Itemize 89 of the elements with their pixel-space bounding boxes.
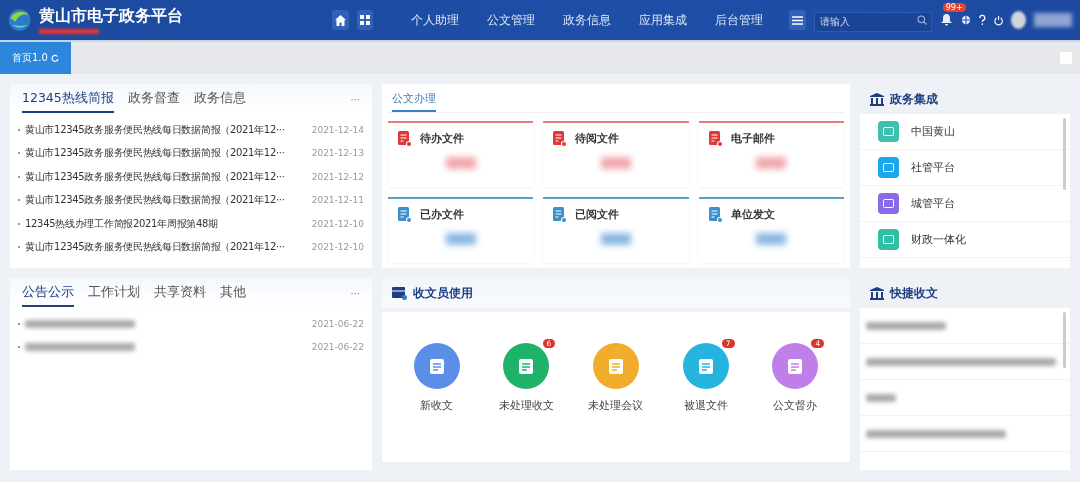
grid-button[interactable]: [356, 10, 374, 30]
date-text: 2021-12-10: [311, 242, 364, 253]
inbox-icon: [392, 286, 407, 300]
section-tab[interactable]: 12345热线简报: [22, 85, 114, 113]
nav-item[interactable]: 政务信息: [553, 12, 622, 28]
document-icon: [708, 207, 723, 223]
document-card[interactable]: 待阅文件: [543, 121, 689, 187]
card-label: 已阅文件: [575, 208, 620, 222]
blurred-text: [756, 233, 787, 245]
section-tab[interactable]: 公告公示: [22, 279, 74, 307]
section-tab[interactable]: 政务督查: [127, 85, 180, 113]
blurred-text: [756, 157, 787, 169]
document-icon: [553, 207, 568, 223]
document-icon: [606, 356, 626, 376]
blurred-text: [601, 157, 631, 169]
app-item[interactable]: 财政一体化: [860, 222, 1070, 258]
nav-item[interactable]: 后台管理: [705, 12, 774, 28]
logo-icon: [8, 6, 32, 34]
news-link[interactable]: 黄山市12345政务服务便民热线每日数据简报（2021年12···: [25, 193, 308, 208]
card-label: 待阅文件: [575, 132, 620, 146]
bank-icon: [870, 92, 884, 106]
card-label: 单位发文: [730, 208, 775, 222]
globe-icon[interactable]: [961, 14, 971, 26]
section-tab[interactable]: 工作计划: [88, 279, 140, 307]
date-text: 2021-06-22: [311, 342, 364, 353]
document-icon: [398, 131, 412, 147]
refresh-icon: [50, 54, 59, 62]
blurred-text: [445, 157, 476, 169]
panel-title: 快捷收文: [890, 284, 938, 302]
screen-icon: [883, 127, 894, 136]
document-card[interactable]: 已办文件: [388, 197, 534, 263]
screen-icon: [883, 199, 894, 208]
document-card[interactable]: 待办文件: [388, 121, 534, 187]
date-text: 2021-12-10: [311, 218, 364, 229]
more-button[interactable]: ···: [350, 287, 360, 299]
app-title: 黄山市电子政务平台: [39, 6, 184, 27]
bell-icon[interactable]: [940, 14, 952, 26]
section-tab[interactable]: 公文办理: [392, 88, 436, 112]
nav-item[interactable]: 公文管理: [477, 12, 546, 28]
news-link[interactable]: 黄山市12345政务服务便民热线每日数据简报（2021年12···: [25, 122, 308, 137]
grid-icon: [360, 15, 371, 25]
card-label: 已办文件: [420, 208, 464, 222]
news-link[interactable]: 黄山市12345政务服务便民热线每日数据简报（2021年12···: [25, 240, 308, 255]
section-tab[interactable]: 政务信息: [193, 85, 246, 113]
home-button[interactable]: [332, 10, 349, 30]
document-icon: [553, 131, 568, 147]
more-button[interactable]: ···: [350, 93, 360, 105]
blurred-text: [866, 393, 896, 402]
blurred-text: [1033, 13, 1072, 27]
document-card[interactable]: 已阅文件: [543, 197, 689, 263]
date-text: 2021-06-22: [311, 318, 364, 329]
search-field[interactable]: 请输入: [813, 11, 932, 32]
card-label: 电子邮件: [730, 132, 775, 146]
document-card[interactable]: 单位发文: [698, 197, 844, 263]
document-icon: [398, 207, 412, 223]
nav-item[interactable]: 个人助理: [401, 12, 470, 28]
power-icon[interactable]: [993, 14, 1003, 26]
date-text: 2021-12-14: [311, 124, 364, 135]
page-tab[interactable]: 首页1.0: [0, 42, 71, 74]
section-tab[interactable]: 共享资料: [154, 279, 206, 307]
panel-title: 政务集成: [890, 90, 938, 108]
section-tab[interactable]: 其他: [220, 279, 246, 307]
news-link[interactable]: 黄山市12345政务服务便民热线每日数据简报（2021年12···: [25, 146, 308, 161]
screen-icon: [883, 163, 894, 172]
card-label: 待办文件: [420, 132, 464, 146]
home-icon: [335, 14, 347, 26]
blurred-text: [601, 233, 631, 245]
help-icon[interactable]: [979, 14, 986, 26]
blurred-text: [39, 29, 100, 34]
shortcut-button[interactable]: 未处理会议: [576, 342, 656, 414]
screen-icon: [883, 235, 894, 244]
news-link[interactable]: 12345热线办理工作简报2021年周报第48期: [25, 216, 308, 231]
app-item[interactable]: 城管平台: [860, 186, 1070, 222]
menu-button[interactable]: [789, 10, 806, 30]
news-link[interactable]: 黄山市12345政务服务便民热线每日数据简报（2021年12···: [25, 169, 308, 184]
date-text: 2021-12-11: [311, 195, 364, 206]
shortcut-button[interactable]: 新收文: [396, 342, 477, 414]
blurred-text: [445, 233, 476, 245]
nav-item[interactable]: 应用集成: [629, 12, 698, 28]
avatar[interactable]: [1010, 11, 1026, 29]
panel-title: 收文员使用: [413, 284, 473, 302]
search-icon[interactable]: [916, 15, 927, 25]
document-card[interactable]: 电子邮件: [698, 121, 844, 187]
menu-icon: [791, 15, 803, 25]
date-text: 2021-12-13: [311, 148, 364, 159]
document-icon: [708, 131, 723, 147]
notification-badge: 99+: [942, 3, 966, 12]
date-text: 2021-12-12: [311, 171, 364, 182]
bank-icon: [870, 286, 884, 300]
